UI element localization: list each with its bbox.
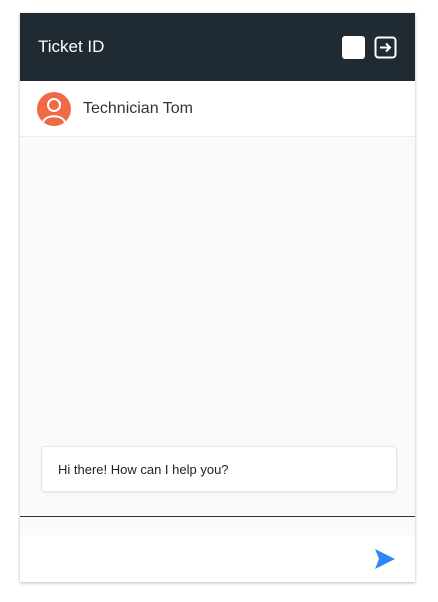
message-bubble: Hi there! How can I help you? (41, 446, 397, 492)
exit-icon[interactable] (374, 36, 397, 59)
send-icon[interactable] (371, 545, 399, 573)
agent-name: Technician Tom (83, 99, 193, 117)
top-bar: Ticket ID (20, 13, 415, 81)
message-text: Hi there! How can I help you? (58, 461, 229, 477)
message-list: Hi there! How can I help you? (20, 138, 415, 516)
ticket-title: Ticket ID (38, 37, 105, 56)
user-avatar-icon (37, 91, 71, 126)
agent-header: Technician Tom (20, 81, 415, 137)
message-composer (20, 535, 415, 582)
message-input[interactable] (20, 539, 371, 578)
composer-divider (20, 516, 415, 517)
chat-window: Ticket ID Technician Tom Hi there! How c… (20, 13, 415, 582)
square-icon[interactable] (342, 35, 365, 59)
